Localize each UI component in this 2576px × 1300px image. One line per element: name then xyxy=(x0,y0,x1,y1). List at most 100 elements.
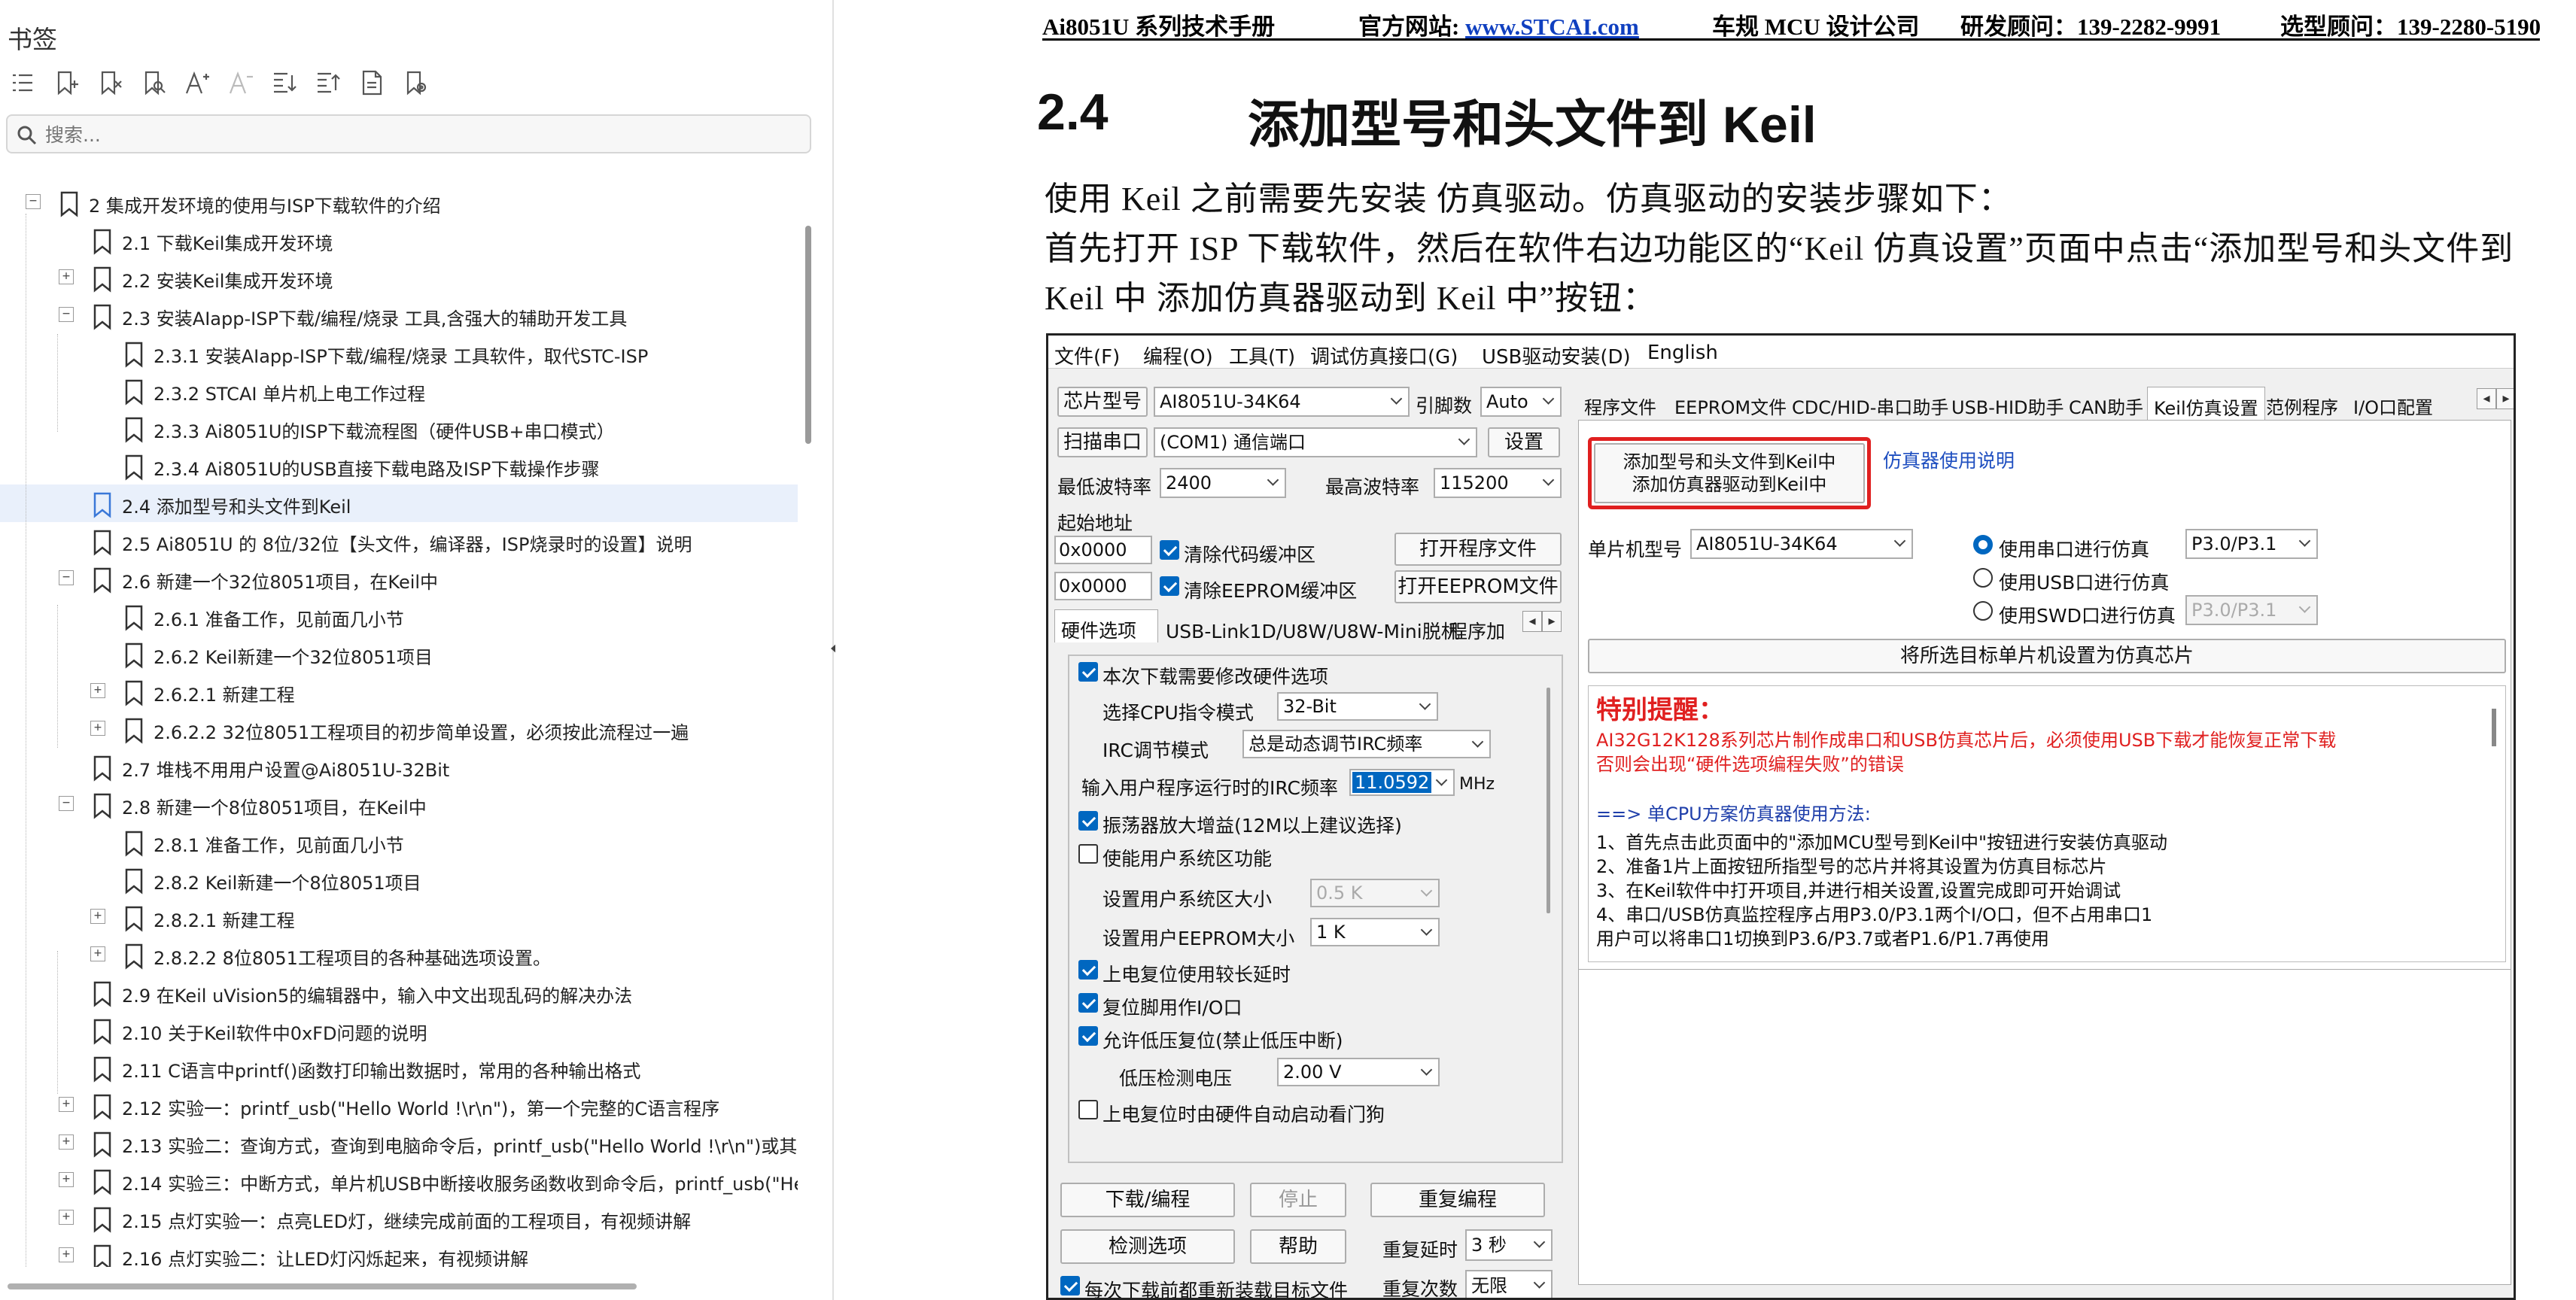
open-program-file-button[interactable]: 打开程序文件 xyxy=(1394,533,1562,566)
bookmark-item[interactable]: 2.10 关于Keil软件中0xFD问题的说明 xyxy=(0,1011,798,1049)
collapse-toggle-icon[interactable]: − xyxy=(59,570,74,585)
locate-bookmark-icon[interactable] xyxy=(399,66,432,99)
isp-menu-item[interactable]: English xyxy=(1647,342,1718,364)
isp-menu-item[interactable]: 编程(O) xyxy=(1143,342,1213,369)
bookmark-item[interactable]: 2.3.1 安装AIapp-ISP下载/编程/烧录 工具软件，取代STC-ISP xyxy=(0,334,798,372)
need-modify-checkbox[interactable] xyxy=(1078,662,1098,682)
bookmark-item[interactable]: − 2 集成开发环境的使用与ISP下载软件的介绍 xyxy=(0,184,798,221)
reset-pin-io-checkbox[interactable] xyxy=(1078,993,1098,1013)
right-tab[interactable]: 范例程序 xyxy=(2260,387,2344,420)
emulate-usb-radio[interactable] xyxy=(1973,568,1993,588)
collapse-toggle-icon[interactable]: − xyxy=(26,194,41,209)
bookmark-item[interactable]: +2.13 实验二：查询方式，查询到电脑命令后，printf_usb("Hell… xyxy=(0,1124,798,1162)
add-model-and-driver-button[interactable]: 添加型号和头文件到Keil中 添加仿真器驱动到Keil中 xyxy=(1594,443,1865,503)
list-icon[interactable] xyxy=(6,66,39,99)
expand-toggle-icon[interactable]: + xyxy=(90,909,105,924)
right-tab[interactable]: CDC/HID-串口助手 xyxy=(1786,387,1954,420)
bookmark-item[interactable]: 2.3.3 Ai8051U的ISP下载流程图（硬件USB+串口模式） xyxy=(0,409,798,447)
scan-port-button[interactable]: 扫描串口 xyxy=(1057,427,1148,457)
tab-program-add[interactable]: 程序加 xyxy=(1443,611,1511,644)
bookmark-item[interactable]: 2.11 C语言中printf()函数打印输出数据时，常用的各种输出格式 xyxy=(0,1049,798,1086)
bookmark-item[interactable]: +2.15 点灯实验一：点亮LED灯，继续完成前面的工程项目，有视频讲解 xyxy=(0,1199,798,1237)
bookmark-item[interactable]: − 2.3 安装AIapp-ISP下载/编程/烧录 工具,含强大的辅助开发工具 xyxy=(0,296,798,334)
bookmark-item[interactable]: 2.3.4 Ai8051U的USB直接下载电路及ISP下载操作步骤 xyxy=(0,447,798,484)
hardware-options-scrollbar[interactable] xyxy=(1547,688,1550,913)
bookmark-item[interactable]: 2.5 Ai8051U 的 8位/32位【头文件，编译器，ISP烧录时的设置】说… xyxy=(0,522,798,560)
set-target-emulation-chip-button[interactable]: 将所选目标单片机设置为仿真芯片 xyxy=(1588,639,2506,673)
check-options-button[interactable]: 检测选项 xyxy=(1060,1229,1235,1264)
right-tab[interactable]: Keil仿真设置 xyxy=(2147,387,2265,420)
left-tabs-scroll-right-icon[interactable]: ▸ xyxy=(1542,611,1562,632)
expand-all-icon[interactable] xyxy=(268,66,301,99)
repeat-count-select[interactable]: 无限 xyxy=(1465,1270,1553,1298)
reload-file-checkbox[interactable] xyxy=(1060,1276,1080,1295)
tab-hardware-options[interactable]: 硬件选项 xyxy=(1054,609,1158,642)
left-tabs-scroll-left-icon[interactable]: ◂ xyxy=(1522,611,1542,632)
clear-eeprom-buffer-checkbox[interactable] xyxy=(1160,576,1179,596)
notice-scrollbar[interactable] xyxy=(2492,709,2496,746)
pin-count-select[interactable]: Auto xyxy=(1480,387,1562,417)
bookmark-item[interactable]: +2.16 点灯实验二：让LED灯闪烁起来，有视频讲解 xyxy=(0,1237,798,1267)
expand-toggle-icon[interactable]: + xyxy=(59,1210,74,1225)
port-select[interactable]: (COM1) 通信端口 xyxy=(1154,427,1477,457)
bookmark-vertical-scrollbar[interactable] xyxy=(805,226,811,444)
bookmark-item[interactable]: 2.6.1 准备工作，见前面几小节 xyxy=(0,597,798,635)
user-system-area-checkbox[interactable] xyxy=(1078,844,1098,864)
expand-toggle-icon[interactable]: + xyxy=(59,1172,74,1187)
right-tab[interactable]: 程序文件 xyxy=(1578,387,1662,420)
bookmark-item[interactable]: +2.8.2.1 新建工程 xyxy=(0,898,798,936)
cpu-mode-select[interactable]: 32-Bit xyxy=(1277,692,1438,721)
eeprom-size-select[interactable]: 1 K xyxy=(1310,918,1440,946)
bookmark-search-input[interactable] xyxy=(45,122,798,147)
bookmark-item[interactable]: +2.12 实验一：printf_usb("Hello World !\r\n"… xyxy=(0,1086,798,1124)
right-tab[interactable]: USB-HID助手 xyxy=(1945,387,2070,420)
delete-bookmark-icon[interactable] xyxy=(93,66,126,99)
irc-freq-select[interactable]: 11.0592 xyxy=(1349,769,1455,796)
eeprom-start-address-input[interactable]: 0x0000 xyxy=(1054,572,1152,600)
bookmark-item[interactable]: 2.9 在Keil uVision5的编辑器中，输入中文出现乱码的解决办法 xyxy=(0,973,798,1011)
bookmark-item[interactable]: +2.2 安装Keil集成开发环境 xyxy=(0,259,798,296)
bookmark-item[interactable]: +2.8.2.2 8位8051工程项目的各种基础选项设置。 xyxy=(0,936,798,973)
chip-model-select[interactable]: AI8051U-34K64 xyxy=(1154,387,1410,417)
emulate-swd-radio[interactable] xyxy=(1973,601,1993,621)
bookmark-item[interactable]: − 2.6 新建一个32位8051项目，在Keil中 xyxy=(0,560,798,597)
max-baud-select[interactable]: 115200 xyxy=(1434,468,1562,498)
low-voltage-reset-checkbox[interactable] xyxy=(1078,1026,1098,1046)
bookmark-item[interactable]: +2.6.2.1 新建工程 xyxy=(0,673,798,710)
add-bookmark-icon[interactable] xyxy=(50,66,83,99)
reprogram-button[interactable]: 重复编程 xyxy=(1370,1183,1545,1217)
right-tabs-scroll-right-icon[interactable]: ▸ xyxy=(2496,388,2514,409)
bookmark-item[interactable]: 2.6.2 Keil新建一个32位8051项目 xyxy=(0,635,798,673)
document-icon[interactable] xyxy=(355,66,388,99)
expand-toggle-icon[interactable]: + xyxy=(59,1247,74,1262)
low-voltage-select[interactable]: 2.00 V xyxy=(1277,1058,1440,1086)
osc-gain-checkbox[interactable] xyxy=(1078,811,1098,831)
bookmark-item[interactable]: 2.7 堆栈不用用户设置@Ai8051U-32Bit xyxy=(0,748,798,785)
expand-toggle-icon[interactable]: + xyxy=(90,721,105,736)
font-larger-icon[interactable] xyxy=(181,66,214,99)
repeat-delay-select[interactable]: 3 秒 xyxy=(1465,1229,1553,1261)
bookmark-search-box[interactable] xyxy=(6,114,811,153)
watchdog-checkbox[interactable] xyxy=(1078,1100,1098,1119)
right-tab[interactable]: CAN助手 xyxy=(2063,387,2149,420)
bookmark-item[interactable]: +2.14 实验三：中断方式，单片机USB中断接收服务函数收到命令后，print… xyxy=(0,1162,798,1199)
expand-toggle-icon[interactable]: + xyxy=(59,1097,74,1112)
expand-toggle-icon[interactable]: + xyxy=(59,1134,74,1150)
long-reset-delay-checkbox[interactable] xyxy=(1078,960,1098,980)
bookmark-item[interactable]: +2.6.2.2 32位8051工程项目的初步简单设置，必须按此流程过一遍 xyxy=(0,710,798,748)
download-program-button[interactable]: 下载/编程 xyxy=(1060,1183,1235,1217)
mcu-model-select[interactable]: AI8051U-34K64 xyxy=(1690,529,1913,559)
irc-mode-select[interactable]: 总是动态调节IRC频率 xyxy=(1242,730,1491,758)
min-baud-select[interactable]: 2400 xyxy=(1160,468,1286,498)
bookmark-item[interactable]: 2.8.1 准备工作，见前面几小节 xyxy=(0,823,798,861)
right-tab[interactable]: I/O口配置 xyxy=(2347,387,2475,420)
right-tab[interactable]: EEPROM文件 xyxy=(1668,387,1793,420)
emulate-serial-port-select[interactable]: P3.0/P3.1 xyxy=(2185,529,2318,559)
open-eeprom-file-button[interactable]: 打开EEPROM文件 xyxy=(1394,570,1562,603)
tab-usb-link-offline[interactable]: USB-Link1D/U8W/U8W-Mini脱机 xyxy=(1160,611,1466,644)
bookmark-item[interactable]: 2.4 添加型号和头文件到Keil xyxy=(0,484,798,522)
collapse-toggle-icon[interactable]: − xyxy=(59,307,74,322)
clear-code-buffer-checkbox[interactable] xyxy=(1160,540,1179,560)
expand-toggle-icon[interactable]: + xyxy=(90,946,105,961)
collapse-all-icon[interactable] xyxy=(312,66,345,99)
